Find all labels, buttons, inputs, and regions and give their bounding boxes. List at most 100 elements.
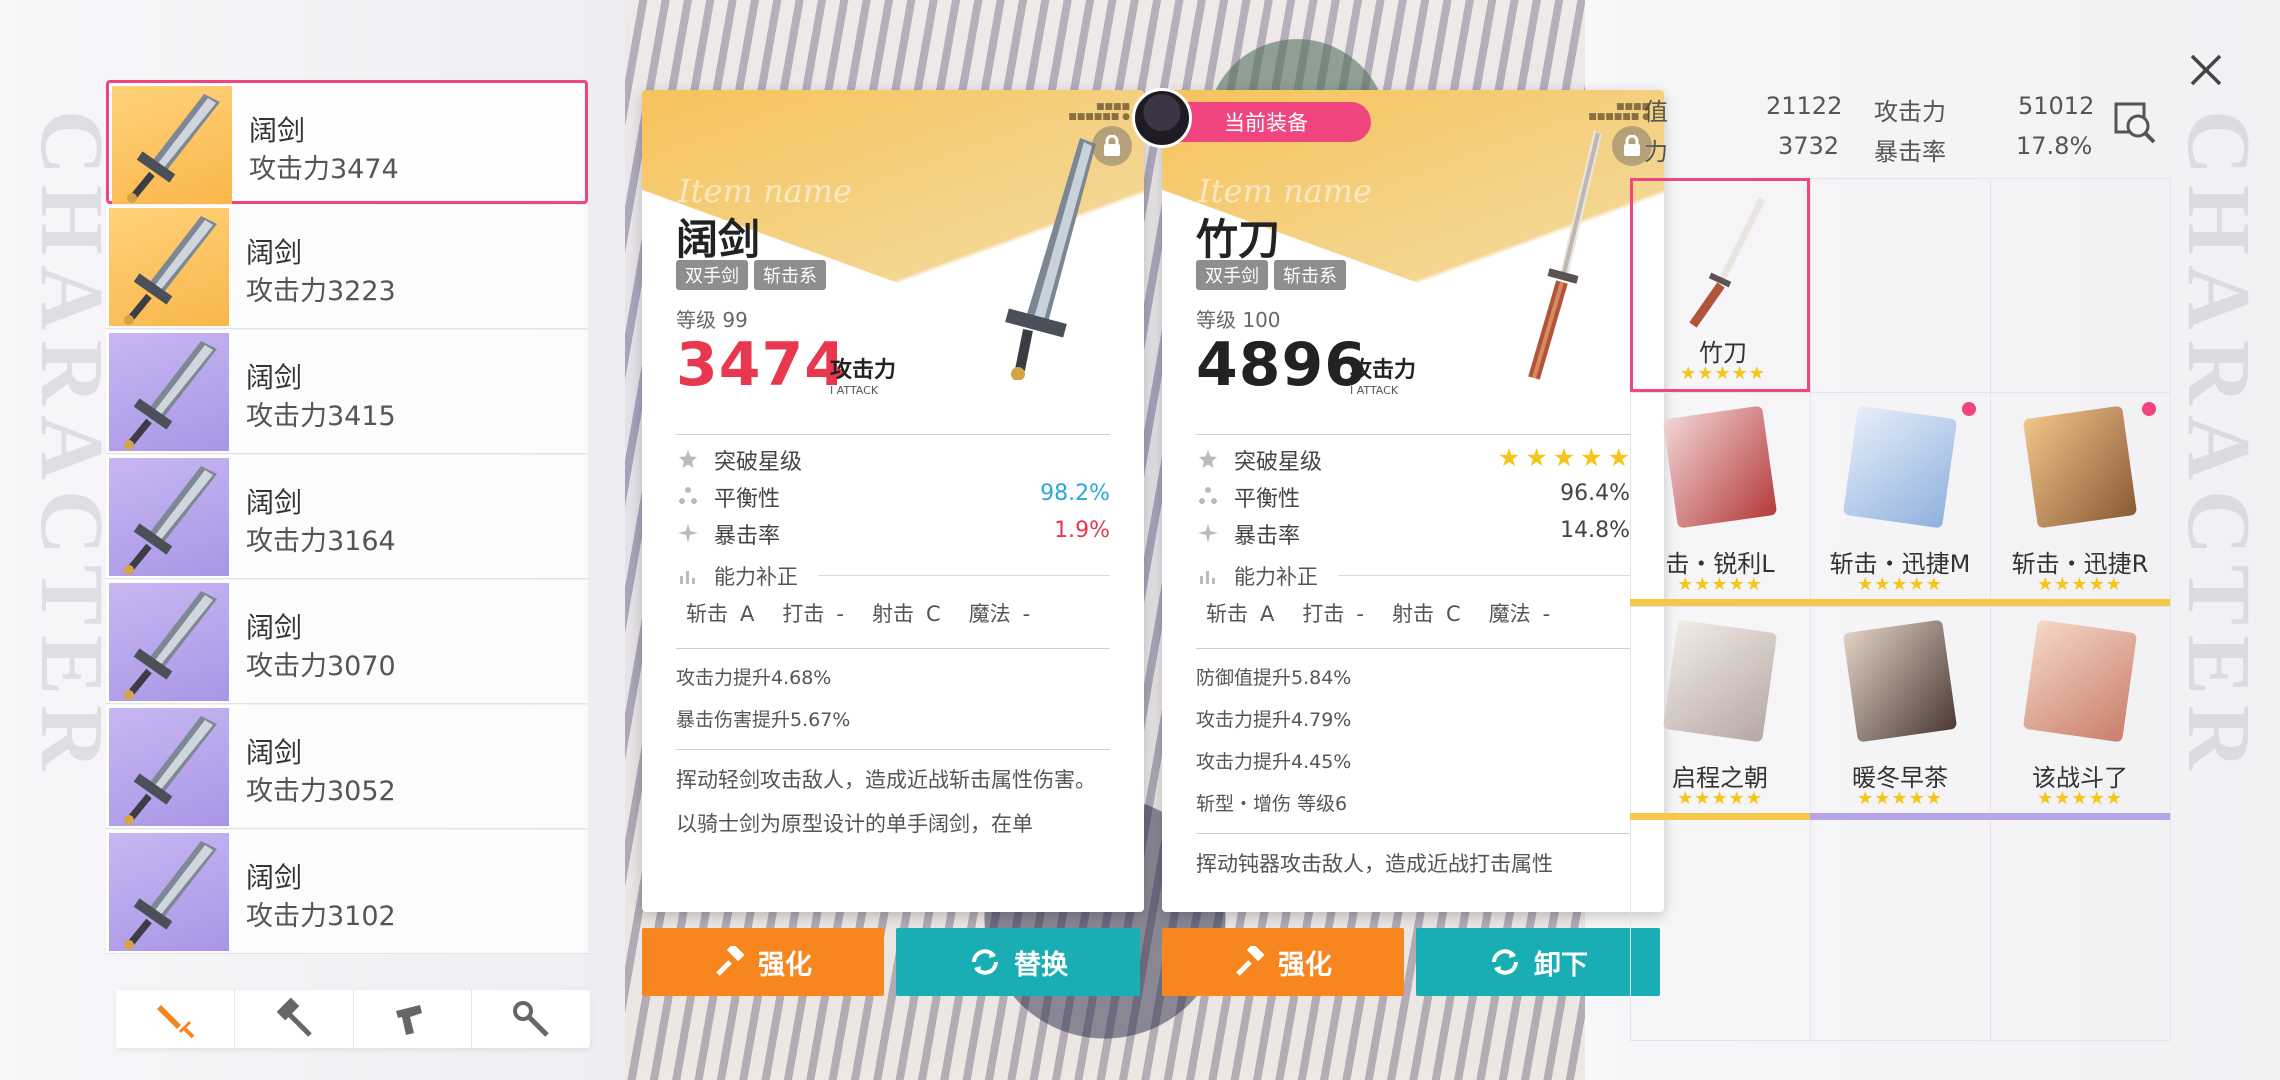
attack-label: 攻击力	[1350, 358, 1417, 383]
hammer-icon	[1236, 946, 1265, 976]
rarity-bar	[1990, 813, 2170, 820]
weapon-list[interactable]: 阔剑 攻击力3474 阔剑 攻击力3223 阔剑 攻击力3415 阔剑 攻击力3164 阔剑 攻击…	[106, 80, 588, 965]
crit-row: 暴击率 14.8%	[1196, 515, 1630, 552]
enhance-button[interactable]: 强化	[1162, 928, 1404, 996]
equipped-character-avatar	[1132, 88, 1192, 148]
weapon-list-item[interactable]: 阔剑 攻击力3415	[106, 330, 588, 454]
weapon-thumbnail	[109, 833, 229, 951]
grade-magic: 魔法 -	[968, 602, 1031, 626]
weapon-list-item[interactable]: 阔剑 攻击力3052	[106, 705, 588, 829]
equipment-slot[interactable]: 暖冬早茶 ★★★★★	[1810, 606, 1990, 820]
replace-button[interactable]: 替换	[896, 928, 1140, 996]
broadsword-icon	[124, 216, 217, 325]
card-stats: 突破星级 平衡性 98.2% 暴击率 1.9% 能力补正 斩击 A 打击 - 射击 C…	[676, 426, 1110, 840]
stat-label: 攻击力	[1874, 98, 1946, 126]
weapon-thumbnail	[109, 208, 229, 326]
star-icon: ★	[1580, 443, 1603, 472]
zoom-inspect-icon[interactable]	[2114, 102, 2158, 146]
weapon-description: 挥动钝器攻击敌人，造成近战打击属性	[1196, 852, 1553, 876]
wand-icon	[513, 1001, 549, 1037]
balance-label: 平衡性	[714, 487, 781, 512]
weapon-list-attack: 攻击力3415	[246, 401, 396, 432]
star-icon: ★	[1525, 443, 1548, 472]
equipment-slot[interactable]: 竹刀 ★★★★★	[1630, 178, 1810, 392]
bonus-line: 斩型・增伤 等级6	[1196, 793, 1348, 815]
weapon-list-name: 阔剑	[246, 486, 303, 519]
balance-icon	[679, 487, 697, 504]
weapon-list-attack: 攻击力3102	[246, 901, 396, 932]
grade-blunt: 打击 -	[1302, 602, 1364, 626]
memory-card-art	[2022, 405, 2138, 529]
card-stats: 突破星级 ★ ★ ★ ★ ★ 平衡性 96.4% 暴击率 14.8% 能力补正 斩击 A …	[1196, 426, 1630, 880]
rarity-bar	[1630, 599, 1810, 606]
bonus-line: 攻击力提升4.45%	[1196, 751, 1352, 773]
lock-button[interactable]	[1092, 126, 1132, 166]
balance-value: 98.2%	[1040, 481, 1110, 506]
weapon-list-item[interactable]: 阔剑 攻击力3070	[106, 580, 588, 704]
weapon-list-name: 阔剑	[246, 736, 303, 769]
balance-row: 平衡性 98.2%	[676, 478, 1110, 515]
item-name-script: Item name	[1198, 172, 1372, 210]
weapon-list-item[interactable]: 阔剑 攻击力3102	[106, 830, 588, 954]
tab-wand[interactable]	[472, 990, 590, 1048]
memory-card-art	[1662, 619, 1778, 743]
enhance-button[interactable]: 强化	[642, 928, 884, 996]
chart-icon	[1200, 571, 1215, 584]
brand-mark: ■■■■ ■■■■■■ ●	[1588, 102, 1650, 122]
weapon-list-name: 阔剑	[246, 236, 303, 269]
tab-sword[interactable]	[116, 990, 235, 1048]
ability-label: 能力补正	[714, 565, 798, 589]
broadsword-icon	[124, 841, 217, 950]
memory-card-art	[1842, 619, 1958, 743]
lock-button[interactable]	[1612, 126, 1652, 166]
weapon-list-name: 阔剑	[246, 611, 303, 644]
equipment-slot[interactable]: 斩击・迅捷M ★★★★★	[1810, 392, 1990, 606]
rarity-bar	[1810, 599, 1990, 606]
attack-value: 3474	[676, 330, 847, 400]
unequip-button[interactable]: 卸下	[1416, 928, 1660, 996]
grade-slash: 斩击 A	[686, 602, 755, 626]
weapon-detail-card-candidate: ■■■■ ■■■■■■ ● Item name 阔剑 双手剑 斩击系 等级 99 …	[642, 90, 1144, 912]
background-vertical-text-right: CHARACTER	[2169, 110, 2268, 781]
bamboo-sword-icon	[1689, 197, 1765, 328]
tab-gun[interactable]	[354, 990, 473, 1048]
stat-label: 暴击率	[1874, 138, 1946, 166]
weapon-name: 阔剑	[676, 215, 761, 264]
star-badge-icon	[679, 450, 697, 468]
star-icon: ★	[1552, 443, 1576, 472]
stat-value: 3732	[1778, 132, 1840, 160]
equipment-slot[interactable]: 击・锐利L ★★★★★	[1630, 392, 1810, 606]
weapon-type-tag: 双手剑	[1196, 260, 1268, 290]
weapon-thumbnail	[109, 333, 229, 451]
bonus-line: 攻击力提升4.79%	[1196, 709, 1352, 731]
equipment-slot-grid: 竹刀 ★★★★★ 击・锐利L ★★★★★ 斩击・迅捷M ★★★★★ 斩击・迅捷R ★★★★★ 启…	[1630, 178, 2171, 1041]
weapon-level: 等级 99	[676, 308, 748, 332]
broadsword-icon	[124, 466, 217, 575]
grade-magic: 魔法 -	[1488, 602, 1551, 626]
weapon-level: 等级 100	[1196, 308, 1281, 332]
memory-card-art	[1662, 405, 1778, 529]
weapon-description: 挥动轻剑攻击敌人，造成近战斩击属性伤害。	[676, 768, 1096, 792]
hammer-icon	[276, 997, 312, 1037]
equipment-slot[interactable]: 斩击・迅捷R ★★★★★	[1990, 392, 2170, 606]
stat-value: 51012	[2018, 92, 2095, 120]
breakthrough-stars: ★ ★ ★ ★ ★	[1498, 445, 1630, 470]
weapon-list-attack: 攻击力3474	[249, 154, 399, 185]
item-name-script: Item name	[678, 172, 852, 210]
balance-row: 平衡性 96.4%	[1196, 478, 1630, 515]
equipment-slot[interactable]: 启程之朝 ★★★★★	[1630, 606, 1810, 820]
equipment-slot[interactable]: 该战斗了 ★★★★★	[1990, 606, 2170, 820]
close-icon[interactable]	[2186, 50, 2226, 90]
stat-value: 21122	[1766, 92, 1843, 120]
slot-stars: ★★★★★	[2037, 788, 2123, 809]
tab-hammer[interactable]	[235, 990, 354, 1048]
weapon-list-item[interactable]: 阔剑 攻击力3223	[106, 205, 588, 329]
weapon-list-item[interactable]: 阔剑 攻击力3474	[106, 80, 588, 204]
damage-type-tag: 斩击系	[1274, 260, 1346, 290]
refresh-icon	[1492, 949, 1518, 975]
bonus-line: 攻击力提升4.68%	[676, 667, 832, 689]
star-icon: ★	[1497, 443, 1521, 472]
weapon-list-item[interactable]: 阔剑 攻击力3164	[106, 455, 588, 579]
breakthrough-row: 突破星级	[676, 441, 1110, 478]
replace-button-label: 替换	[1014, 949, 1068, 981]
